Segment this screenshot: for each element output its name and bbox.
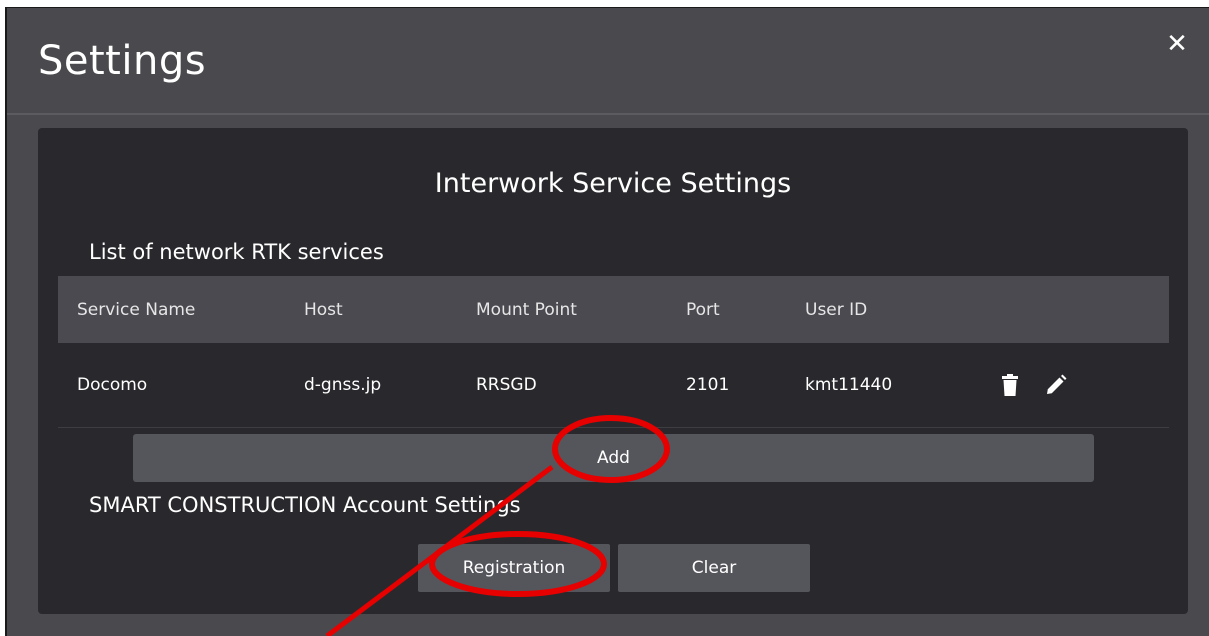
cell-service-name: Docomo — [77, 375, 148, 395]
dialog-title: Settings — [38, 38, 207, 84]
dialog-title-bar: Settings ✕ — [7, 8, 1209, 113]
close-icon[interactable]: ✕ — [1163, 30, 1191, 58]
registration-button[interactable]: Registration — [418, 544, 610, 592]
account-settings-label: SMART CONSTRUCTION Account Settings — [89, 493, 521, 517]
cell-user-id: kmt11440 — [805, 375, 893, 395]
table-header: Service Name Host Mount Point Port User … — [58, 276, 1169, 343]
header-service-name: Service Name — [77, 299, 196, 320]
background-strip — [0, 0, 1209, 7]
rtk-services-label: List of network RTK services — [89, 240, 384, 264]
cell-mount-point: RRSGD — [476, 375, 537, 395]
cell-port: 2101 — [686, 375, 730, 395]
table-row: Docomo d-gnss.jp RRSGD 2101 kmt11440 — [58, 343, 1169, 428]
cell-host: d-gnss.jp — [304, 375, 382, 395]
trash-icon[interactable] — [998, 373, 1022, 397]
interwork-settings-panel: Interwork Service Settings List of netwo… — [38, 128, 1188, 614]
add-service-button[interactable]: Add — [133, 434, 1094, 482]
pencil-icon[interactable] — [1044, 373, 1068, 397]
panel-title: Interwork Service Settings — [434, 168, 792, 199]
header-host: Host — [304, 299, 343, 320]
clear-button[interactable]: Clear — [618, 544, 810, 592]
rtk-services-table: Service Name Host Mount Point Port User … — [58, 276, 1169, 428]
settings-dialog: Settings ✕ Interwork Service Settings Li… — [5, 6, 1209, 636]
row-actions — [998, 373, 1068, 397]
title-divider — [7, 113, 1209, 115]
header-port: Port — [686, 299, 720, 320]
header-mount-point: Mount Point — [476, 299, 577, 320]
header-user-id: User ID — [805, 299, 868, 320]
